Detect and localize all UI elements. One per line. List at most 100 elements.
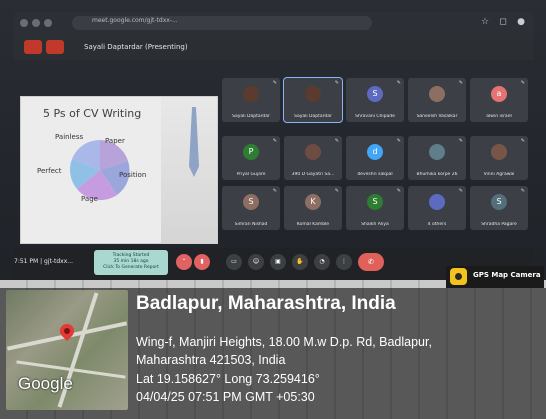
participant-avatar: a [491, 86, 507, 102]
end-call-button[interactable]: ✆ [358, 253, 384, 271]
muted-mic-icon: ✎ [520, 188, 525, 194]
participant-avatar [305, 144, 321, 160]
captions-icon[interactable]: ▭ [226, 254, 242, 270]
google-logo: Google [18, 374, 73, 393]
tracking-line-3: Click To Generate Report [103, 265, 159, 270]
participant-tile[interactable]: K ✎ Komal Kamble [284, 186, 342, 230]
participant-avatar [243, 86, 259, 102]
gps-camera-icon [450, 268, 467, 285]
participant-tile[interactable]: ✎ 390 D Gayatri Sa... [284, 136, 342, 180]
meet-header: Sayali Daptardar (Presenting) [14, 34, 534, 60]
muted-mic-icon: ✎ [272, 188, 277, 194]
participant-avatar: S [367, 194, 383, 210]
participant-name: Shaikh Aliya [361, 222, 389, 227]
activities-icon[interactable]: ◔ [314, 254, 330, 270]
muted-mic-icon: ✎ [458, 188, 463, 194]
participant-name: alwin israel [486, 114, 512, 119]
mic-off-icon[interactable]: ⌃ [176, 254, 192, 270]
muted-mic-icon: ✎ [334, 138, 339, 144]
participant-name: 4 others [427, 222, 447, 227]
profile-icon[interactable]: ● [516, 17, 526, 27]
muted-mic-icon: ✎ [272, 138, 277, 144]
gps-app-name: GPS Map Camera [473, 271, 541, 279]
participant-tile[interactable]: S ✎ Shradha Pagare [470, 186, 528, 230]
participant-name: Priyal Gujare [236, 172, 266, 177]
participant-name: Shravani Chipade [355, 114, 395, 119]
muted-mic-icon: ✎ [396, 188, 401, 194]
present-icon[interactable] [24, 40, 42, 54]
present-screen-icon[interactable]: ▣ [270, 254, 286, 270]
raise-hand-icon[interactable]: ✋ [292, 254, 308, 270]
muted-mic-icon: ✎ [396, 80, 401, 86]
slide-pie-graphic [70, 139, 130, 201]
participant-tile[interactable]: ✎ 4 others [408, 186, 466, 230]
participant-tile[interactable]: d ✎ deveshri sakpal [346, 136, 404, 180]
meeting-time: 7:51 PM | gjt-tdxx... [14, 258, 74, 265]
participant-tile[interactable]: ✎ Vinni Agrawal [470, 136, 528, 180]
back-icon[interactable] [20, 19, 28, 27]
datetime: 04/04/25 07:51 PM GMT +05:30 [136, 390, 315, 404]
participant-name: Sayali Daptardar [232, 114, 270, 119]
layout-icon[interactable] [46, 40, 64, 54]
participant-tile[interactable]: ✎ Sayali Daptardar [222, 78, 280, 122]
muted-mic-icon: ✎ [334, 80, 339, 86]
participant-avatar [429, 86, 445, 102]
participant-tile[interactable]: ✎ Sayali Daptardar [283, 77, 343, 123]
address-line-1: Wing-f, Manjiri Heights, 18.00 M.w D.p. … [136, 335, 432, 349]
participant-avatar: K [305, 194, 321, 210]
extensions-icon[interactable]: ◻ [498, 17, 508, 27]
photo-frame: meet.google.com/gjt-tdxx-... ☆ ◻ ● Sayal… [0, 0, 546, 419]
emoji-icon[interactable]: ☺ [248, 254, 264, 270]
tracking-popup[interactable]: Tracking Started 35 min 18s ago Click To… [94, 250, 168, 275]
participant-name: Saneelsh Vasalkar [416, 114, 458, 119]
participant-tile[interactable]: S ✎ Shravani Chipade [346, 78, 404, 122]
browser-chrome: meet.google.com/gjt-tdxx-... ☆ ◻ ● [14, 12, 534, 34]
participant-tile[interactable]: S ✎ Shaikh Aliya [346, 186, 404, 230]
camera-off-icon[interactable]: ▮ [194, 254, 210, 270]
slide-person-image [161, 97, 217, 243]
more-options-icon[interactable]: ⋮ [336, 254, 352, 270]
url-text: meet.google.com/gjt-tdxx-... [92, 17, 178, 24]
participant-name: Shradha Pagare [481, 222, 517, 227]
slide-title: 5 Ps of CV Writing [43, 107, 142, 120]
muted-mic-icon: ✎ [272, 80, 277, 86]
slide-label-perfect: Perfect [37, 167, 62, 175]
participant-name: Bhumika korpe 26 [416, 172, 458, 177]
participant-name: deveshri sakpal [357, 172, 393, 177]
muted-mic-icon: ✎ [458, 138, 463, 144]
muted-mic-icon: ✎ [334, 188, 339, 194]
participant-avatar [429, 194, 445, 210]
participant-avatar [491, 144, 507, 160]
participant-name: Vinni Agrawal [483, 172, 515, 177]
participant-avatar [305, 86, 321, 102]
muted-mic-icon: ✎ [520, 138, 525, 144]
location-title: Badlapur, Maharashtra, India [136, 293, 396, 314]
slide-label-page: Page [81, 195, 98, 203]
participant-name: Simran Nishad [234, 222, 268, 227]
time-text: 7:51 PM [14, 258, 39, 265]
presentation-slide: 5 Ps of CV Writing Painless Paper Perfec… [20, 96, 218, 244]
muted-mic-icon: ✎ [458, 80, 463, 86]
presenting-label: Sayali Daptardar (Presenting) [84, 43, 188, 51]
participant-avatar: S [243, 194, 259, 210]
participant-tile[interactable]: S ✎ Simran Nishad [222, 186, 280, 230]
forward-icon[interactable] [32, 19, 40, 27]
meeting-code: gjt-tdxx... [44, 258, 74, 265]
participant-name: Sayali Daptardar [294, 114, 332, 119]
participant-name: 390 D Gayatri Sa... [291, 172, 335, 177]
participant-tile[interactable]: ✎ Saneelsh Vasalkar [408, 78, 466, 122]
participant-tile[interactable]: ✎ Bhumika korpe 26 [408, 136, 466, 180]
participant-avatar: d [367, 144, 383, 160]
participant-avatar: P [243, 144, 259, 160]
slide-label-paper: Paper [105, 137, 125, 145]
muted-mic-icon: ✎ [396, 138, 401, 144]
slide-label-painless: Painless [55, 133, 84, 141]
slide-label-position: Position [119, 171, 147, 179]
participant-tile[interactable]: a ✎ alwin israel [470, 78, 528, 122]
muted-mic-icon: ✎ [520, 80, 525, 86]
reload-icon[interactable] [44, 19, 52, 27]
star-icon[interactable]: ☆ [480, 17, 490, 27]
participant-tile[interactable]: P ✎ Priyal Gujare [222, 136, 280, 180]
address-line-2: Maharashtra 421503, India [136, 353, 286, 367]
participant-avatar [429, 144, 445, 160]
